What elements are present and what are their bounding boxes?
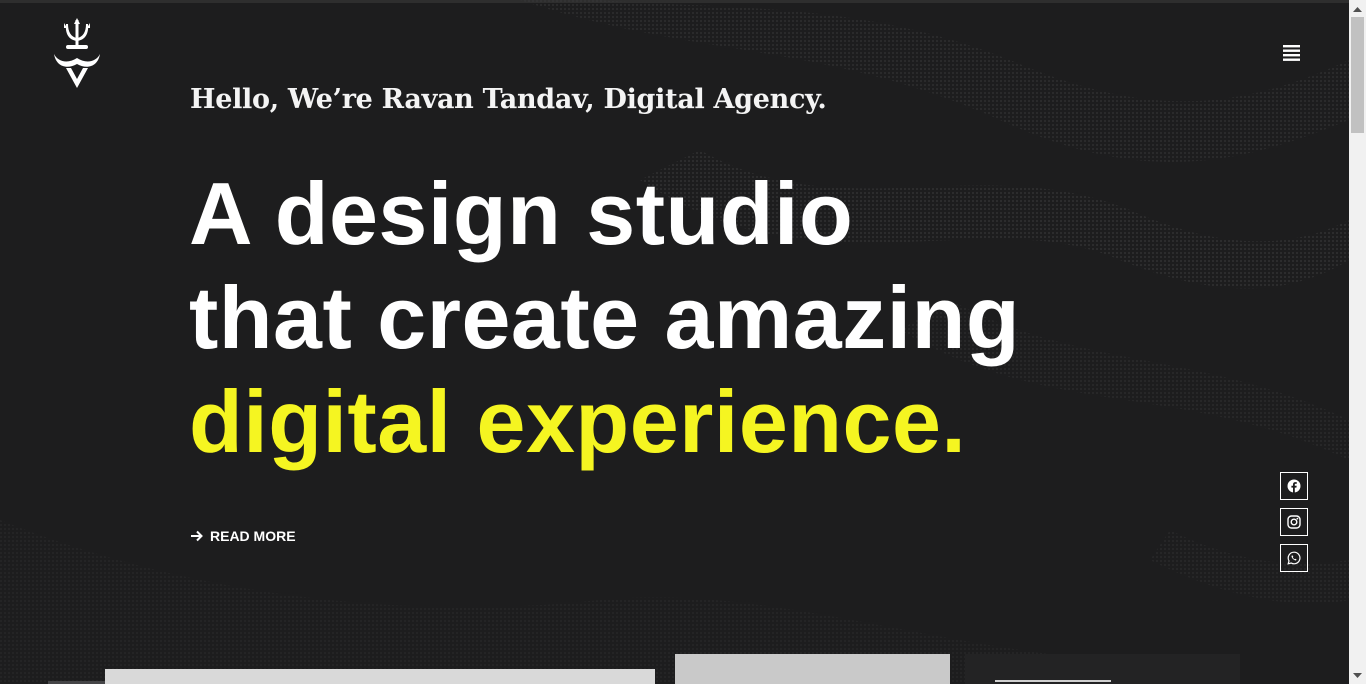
read-more-label: READ MORE bbox=[210, 528, 296, 544]
hero-greeting: Hello, We’re Ravan Tandav, Digital Agenc… bbox=[190, 84, 827, 115]
scroll-up-button[interactable] bbox=[1349, 0, 1366, 17]
trident-mustache-logo[interactable] bbox=[52, 18, 102, 90]
facebook-button[interactable] bbox=[1280, 472, 1308, 500]
portfolio-card-2[interactable] bbox=[675, 654, 950, 684]
chevron-up-icon bbox=[1353, 6, 1362, 12]
whatsapp-button[interactable] bbox=[1280, 544, 1308, 572]
arrow-right-icon bbox=[191, 530, 203, 542]
instagram-button[interactable] bbox=[1280, 508, 1308, 536]
headline-line-1: A design studio bbox=[189, 164, 854, 263]
scroll-down-button[interactable] bbox=[1349, 667, 1366, 684]
portfolio-card-1[interactable] bbox=[105, 669, 655, 684]
chevron-down-icon bbox=[1353, 672, 1362, 678]
whatsapp-icon bbox=[1287, 551, 1301, 565]
instagram-icon bbox=[1287, 515, 1301, 529]
read-more-link[interactable]: READ MORE bbox=[190, 528, 296, 544]
hamburger-menu-icon[interactable] bbox=[1279, 42, 1305, 66]
headline-line-2: that create amazing bbox=[189, 268, 1021, 367]
facebook-icon bbox=[1287, 479, 1301, 493]
portfolio-card-3-line bbox=[995, 680, 1111, 682]
scroll-thumb[interactable] bbox=[1351, 17, 1364, 133]
hero-headline: A design studio that create amazing digi… bbox=[189, 162, 1020, 474]
page: Hello, We’re Ravan Tandav, Digital Agenc… bbox=[0, 0, 1366, 684]
vertical-scrollbar[interactable] bbox=[1349, 0, 1366, 684]
headline-line-3: digital experience. bbox=[189, 372, 967, 471]
